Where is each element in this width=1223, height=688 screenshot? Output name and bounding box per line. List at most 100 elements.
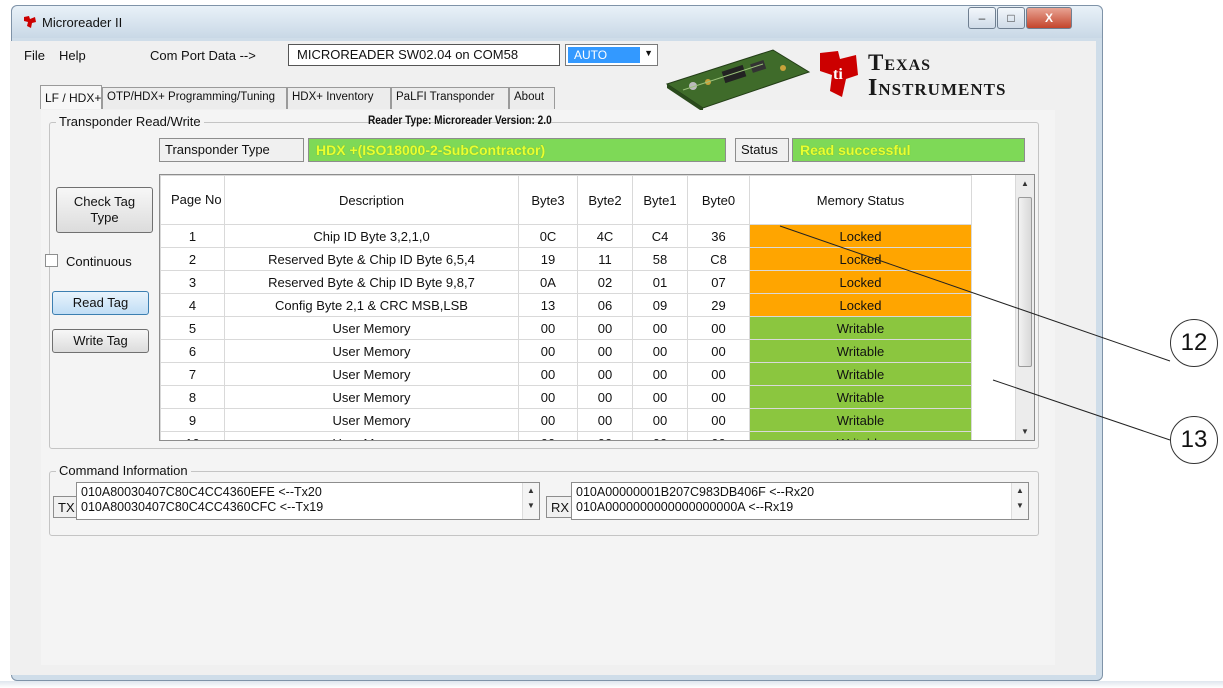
description-cell[interactable]: User Memory — [224, 408, 519, 432]
byte0-cell[interactable]: 00 — [687, 385, 750, 409]
byte1-cell[interactable]: 00 — [632, 362, 688, 386]
col-byte2-header[interactable]: Byte2 — [577, 175, 633, 225]
table-row[interactable]: 1 Chip ID Byte 3,2,1,0 0C 4C C4 36 Locked — [160, 224, 972, 248]
byte1-cell[interactable]: 09 — [632, 293, 688, 317]
read-tag-button[interactable]: Read Tag — [52, 291, 149, 315]
byte2-cell[interactable]: 4C — [577, 224, 633, 248]
byte2-cell[interactable]: 02 — [577, 270, 633, 294]
tab-lf-hdx[interactable]: LF / HDX+ — [40, 85, 102, 109]
continuous-checkbox[interactable] — [45, 254, 58, 267]
byte0-cell[interactable]: 00 — [687, 316, 750, 340]
byte0-cell[interactable]: C8 — [687, 247, 750, 271]
table-row[interactable]: 10User Memory00000000Writable — [160, 431, 972, 440]
menu-help[interactable]: Help — [59, 48, 86, 63]
table-scrollbar[interactable]: ▲ ▼ — [1015, 175, 1034, 440]
menu-file[interactable]: File — [24, 48, 45, 63]
byte1-cell[interactable]: 00 — [632, 408, 688, 432]
scroll-thumb[interactable] — [1018, 197, 1032, 367]
byte1-cell[interactable]: C4 — [632, 224, 688, 248]
scroll-up-icon[interactable]: ▲ — [1016, 175, 1034, 192]
byte3-cell[interactable]: 00 — [518, 408, 578, 432]
description-cell[interactable]: User Memory — [224, 362, 519, 386]
page-no-cell[interactable]: 3 — [160, 270, 225, 294]
byte3-cell[interactable]: 00 — [518, 339, 578, 363]
memory-status-cell[interactable]: Writable — [749, 385, 972, 409]
col-page-header[interactable]: Page No — [160, 175, 225, 225]
memory-status-cell[interactable]: Locked — [749, 270, 972, 294]
description-cell[interactable]: User Memory — [224, 431, 519, 440]
tx-scrollbar[interactable]: ▲ ▼ — [522, 483, 539, 519]
table-row[interactable]: 4 Config Byte 2,1 & CRC MSB,LSB 13 06 09 29 Lo… — [160, 293, 972, 317]
page-no-cell[interactable]: 5 — [160, 316, 225, 340]
byte3-cell[interactable]: 0A — [518, 270, 578, 294]
tab-otp-programming[interactable]: OTP/HDX+ Programming/Tuning — [102, 87, 287, 109]
page-no-cell[interactable]: 2 — [160, 247, 225, 271]
memory-status-cell[interactable]: Locked — [749, 293, 972, 317]
table-row[interactable]: 3 Reserved Byte & Chip ID Byte 9,8,7 0A 02 0… — [160, 270, 972, 294]
scroll-down-icon[interactable]: ▼ — [1016, 423, 1034, 440]
memory-status-cell[interactable]: Writable — [749, 431, 972, 440]
byte2-cell[interactable]: 00 — [577, 316, 633, 340]
page-no-cell[interactable]: 7 — [160, 362, 225, 386]
col-memory-status-header[interactable]: Memory Status — [749, 175, 972, 225]
byte2-cell[interactable]: 00 — [577, 362, 633, 386]
table-row[interactable]: 6 User Memory 00 00 00 00 Writable — [160, 339, 972, 363]
tab-palfi-transponder[interactable]: PaLFI Transponder — [391, 87, 509, 109]
byte1-cell[interactable]: 00 — [632, 385, 688, 409]
page-no-cell[interactable]: 1 — [160, 224, 225, 248]
description-cell[interactable]: User Memory — [224, 339, 519, 363]
description-cell[interactable]: Config Byte 2,1 & CRC MSB,LSB — [224, 293, 519, 317]
description-cell[interactable]: Chip ID Byte 3,2,1,0 — [224, 224, 519, 248]
byte1-cell[interactable]: 00 — [632, 316, 688, 340]
memory-status-cell[interactable]: Writable — [749, 362, 972, 386]
byte0-cell[interactable]: 00 — [687, 362, 750, 386]
page-no-cell[interactable]: 9 — [160, 408, 225, 432]
table-row[interactable]: 9 User Memory 00 00 00 00 Writable — [160, 408, 972, 432]
tab-about[interactable]: About — [509, 87, 555, 109]
table-row[interactable]: 8 User Memory 00 00 00 00 Writable — [160, 385, 972, 409]
table-row[interactable]: 5 User Memory 00 00 00 00 Writable — [160, 316, 972, 340]
memory-status-cell[interactable]: Writable — [749, 408, 972, 432]
byte0-cell[interactable]: 36 — [687, 224, 750, 248]
byte1-cell[interactable]: 58 — [632, 247, 688, 271]
col-byte1-header[interactable]: Byte1 — [632, 175, 688, 225]
page-no-cell[interactable]: 6 — [160, 339, 225, 363]
byte0-cell[interactable]: 07 — [687, 270, 750, 294]
page-no-cell[interactable]: 4 — [160, 293, 225, 317]
description-cell[interactable]: User Memory — [224, 385, 519, 409]
description-cell[interactable]: User Memory — [224, 316, 519, 340]
com-port-field[interactable]: MICROREADER SW02.04 on COM58 — [288, 44, 560, 66]
mode-dropdown[interactable]: AUTO ▼ — [565, 44, 658, 66]
rx-log[interactable]: 010A00000001B207C983DB406F <--Rx20 010A0… — [571, 482, 1029, 520]
byte0-cell[interactable]: 00 — [687, 431, 750, 440]
col-description-header[interactable]: Description — [224, 175, 519, 225]
description-cell[interactable]: Reserved Byte & Chip ID Byte 6,5,4 — [224, 247, 519, 271]
page-no-cell[interactable]: 10 — [160, 431, 225, 440]
memory-status-cell[interactable]: Writable — [749, 316, 972, 340]
byte0-cell[interactable]: 00 — [687, 408, 750, 432]
page-no-cell[interactable]: 8 — [160, 385, 225, 409]
byte2-cell[interactable]: 00 — [577, 385, 633, 409]
byte2-cell[interactable]: 00 — [577, 431, 633, 440]
write-tag-button[interactable]: Write Tag — [52, 329, 149, 353]
memory-table[interactable]: Page No Description Byte3 Byte2 Byte1 By… — [159, 174, 1035, 441]
byte3-cell[interactable]: 00 — [518, 316, 578, 340]
table-row[interactable]: 2 Reserved Byte & Chip ID Byte 6,5,4 19 11 5… — [160, 247, 972, 271]
table-row[interactable]: 7 User Memory 00 00 00 00 Writable — [160, 362, 972, 386]
byte3-cell[interactable]: 19 — [518, 247, 578, 271]
byte0-cell[interactable]: 29 — [687, 293, 750, 317]
rx-scrollbar[interactable]: ▲ ▼ — [1011, 483, 1028, 519]
byte3-cell[interactable]: 00 — [518, 431, 578, 440]
byte3-cell[interactable]: 13 — [518, 293, 578, 317]
memory-status-cell[interactable]: Writable — [749, 339, 972, 363]
byte3-cell[interactable]: 00 — [518, 385, 578, 409]
byte2-cell[interactable]: 06 — [577, 293, 633, 317]
byte1-cell[interactable]: 01 — [632, 270, 688, 294]
title-bar[interactable]: Microreader II – □ X — [12, 6, 1102, 38]
byte1-cell[interactable]: 00 — [632, 431, 688, 440]
byte2-cell[interactable]: 00 — [577, 408, 633, 432]
memory-status-cell[interactable]: Locked — [749, 247, 972, 271]
byte2-cell[interactable]: 00 — [577, 339, 633, 363]
byte1-cell[interactable]: 00 — [632, 339, 688, 363]
byte0-cell[interactable]: 00 — [687, 339, 750, 363]
